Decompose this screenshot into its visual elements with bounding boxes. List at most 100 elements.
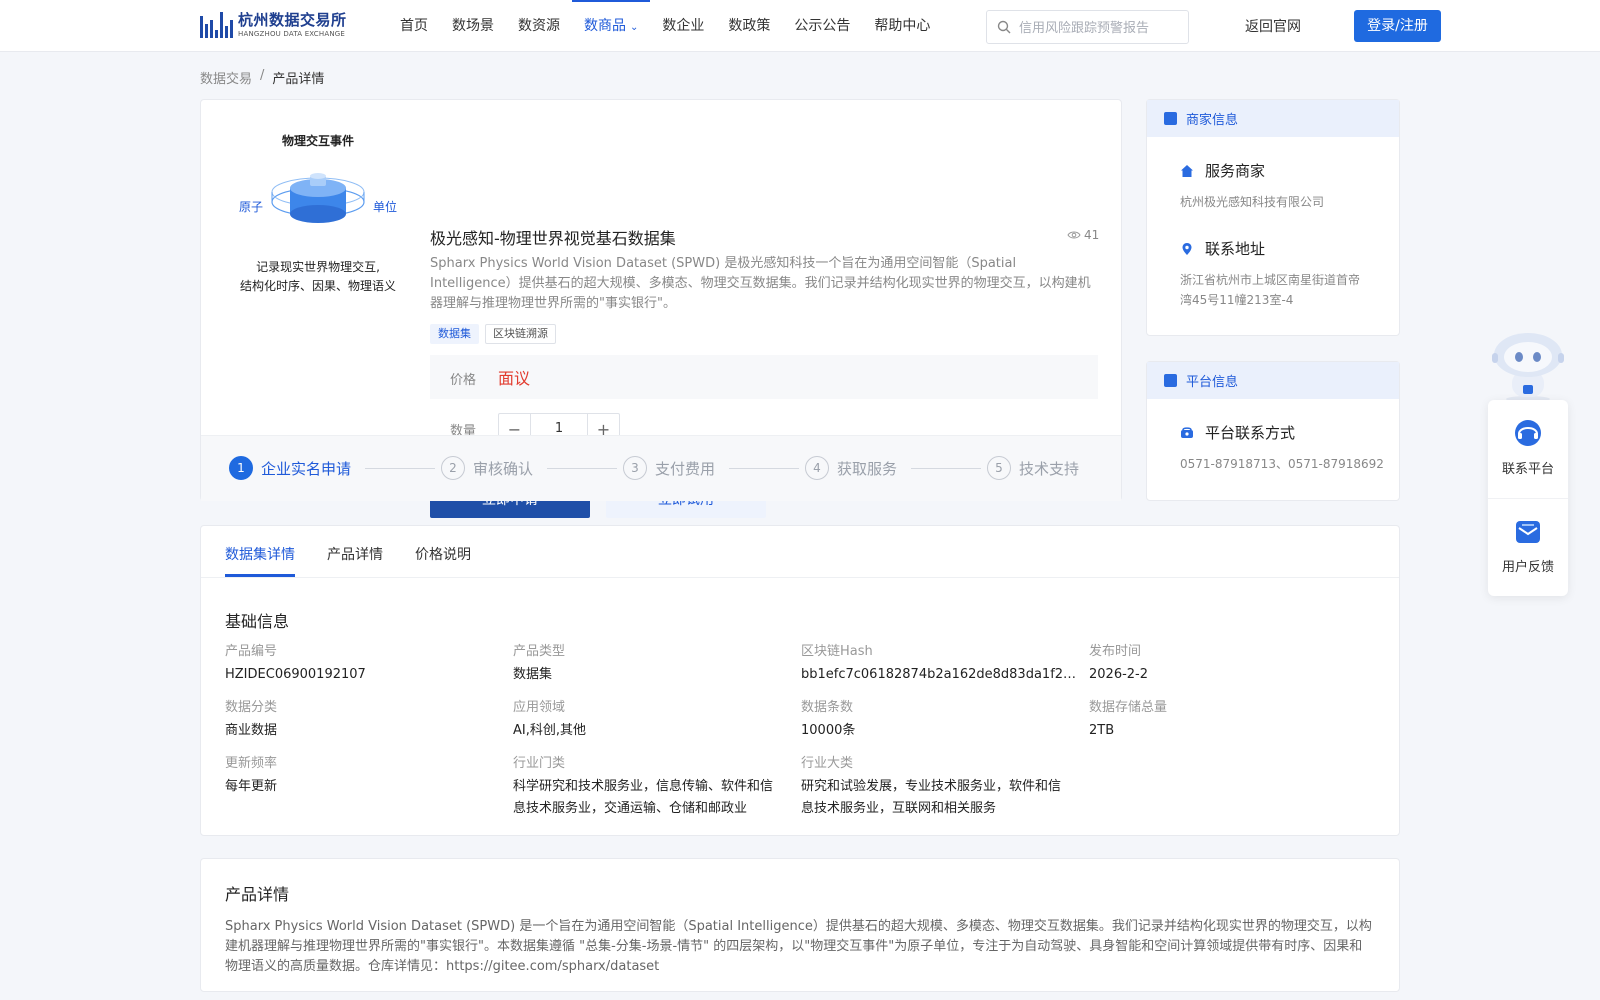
robot-assistant-icon[interactable] [1488, 325, 1568, 403]
step-1: 1 企业实名申请 [229, 456, 351, 480]
product-card: 物理交互事件 原子 单位 记录现实世界物理交互, 结构化时序、因果、物理语义 极… [200, 99, 1122, 518]
step-3-label: 支付费用 [655, 459, 716, 478]
top-header: 杭州数据交易所 HANGZHOU DATA EXCHANGE 首页 数场景 数资… [0, 0, 1600, 52]
merchant-name[interactable]: 杭州极光感知科技有限公司 [1180, 192, 1324, 212]
field-label: 行业门类 [513, 756, 566, 771]
field-value: 数据集 [513, 667, 553, 682]
chevron-down-icon: ⌄ [630, 22, 639, 33]
nav-home[interactable]: 首页 [388, 0, 440, 52]
eye-icon [1067, 231, 1081, 239]
step-5-label: 技术支持 [1019, 459, 1080, 478]
logo-subtitle: HANGZHOU DATA EXCHANGE [238, 29, 346, 38]
step-4-number: 4 [805, 456, 829, 480]
home-icon [1181, 164, 1193, 177]
merchant-address: 浙江省杭州市上城区南星街道首帝 湾45号11幢213室-4 [1180, 270, 1360, 310]
field-value: HZIDEC06900192107 [225, 667, 366, 682]
user-feedback-label: 用户反馈 [1501, 560, 1554, 575]
step-2-label: 审核确认 [473, 459, 534, 478]
step-5-number: 5 [987, 456, 1011, 480]
search-box[interactable] [986, 10, 1189, 44]
breadcrumb-root[interactable]: 数据交易 [200, 68, 252, 87]
field-industry-major: 行业大类 研究和试验发展，专业技术服务业，软件和信息技术服务业，互联网和相关服务 [801, 754, 1071, 820]
nav-announcements[interactable]: 公示公告 [782, 0, 862, 52]
view-count: 41 [1067, 228, 1099, 242]
nav-scenes[interactable]: 数场景 [440, 0, 506, 52]
tab-price-description[interactable]: 价格说明 [415, 544, 471, 564]
field-publish-date: 发布时间 2026-2-2 [1089, 642, 1369, 686]
product-detail-title: 产品详情 [225, 885, 290, 904]
main-nav: 首页 数场景 数资源 数商品 ⌄ 数企业 数政策 公示公告 帮助中心 [388, 0, 942, 52]
field-industry-category: 行业门类 科学研究和技术服务业，信息传输、软件和信息技术服务业，交通运输、仓储和… [513, 754, 783, 820]
platform-info-title: 平台信息 [1186, 375, 1239, 390]
cover-left-label: 原子 [239, 200, 264, 214]
login-register-button[interactable]: 登录/注册 [1354, 10, 1441, 42]
field-application-domain: 应用领域 AI,科创,其他 [513, 698, 793, 742]
platform-icon [1164, 374, 1177, 387]
logo-mark-icon [200, 12, 233, 38]
search-icon [997, 20, 1011, 34]
search-input[interactable] [1019, 19, 1169, 35]
contact-platform-button[interactable]: 联系平台 [1488, 418, 1568, 477]
site-logo[interactable]: 杭州数据交易所 HANGZHOU DATA EXCHANGE [200, 10, 364, 40]
contact-platform-label: 联系平台 [1501, 462, 1554, 477]
product-detail-text: Spharx Physics World Vision Dataset (SPW… [225, 919, 1372, 974]
step-5: 5 技术支持 [987, 456, 1079, 480]
nav-products[interactable]: 数商品 ⌄ [572, 0, 651, 52]
breadcrumb: 数据交易 / 产品详情 [200, 68, 324, 87]
cover-desc-line1: 记录现实世界物理交互, [256, 260, 380, 274]
cover-description: 记录现实世界物理交互, 结构化时序、因果、物理语义 [221, 258, 415, 296]
field-label: 行业大类 [801, 756, 854, 771]
nav-enterprises[interactable]: 数企业 [650, 0, 716, 52]
field-label: 产品编号 [225, 644, 278, 659]
price-row: 价格 面议 [430, 355, 1098, 399]
field-value: 每年更新 [225, 779, 278, 794]
step-1-label: 企业实名申请 [261, 459, 352, 478]
product-description: Spharx Physics World Vision Dataset (SPW… [430, 256, 1091, 311]
back-to-home-link[interactable]: 返回官网 [1245, 16, 1301, 36]
merchant-info-card: 商家信息 服务商家 杭州极光感知科技有限公司 联系地址 浙江省杭州市上城区南星街… [1146, 99, 1400, 336]
tab-dataset-details[interactable]: 数据集详情 [225, 544, 295, 564]
step-2-number: 2 [441, 456, 465, 480]
step-connector [547, 468, 617, 469]
phone-icon [1181, 426, 1193, 438]
cover-desc-line2: 结构化时序、因果、物理语义 [239, 279, 396, 293]
tag-dataset: 数据集 [430, 324, 479, 344]
active-tab-indicator [225, 574, 295, 577]
field-value: 研究和试验发展，专业技术服务业，软件和信息技术服务业，互联网和相关服务 [801, 779, 1062, 816]
field-value: 2026-2-2 [1089, 667, 1149, 682]
field-label: 数据存储总量 [1089, 700, 1168, 715]
step-2: 2 审核确认 [441, 456, 533, 480]
nav-help[interactable]: 帮助中心 [862, 0, 942, 52]
product-cover-image: 物理交互事件 原子 单位 记录现实世界物理交互, 结构化时序、因果、物理语义 [221, 122, 415, 302]
field-storage-size: 数据存储总量 2TB [1089, 698, 1369, 742]
user-feedback-button[interactable]: 用户反馈 [1488, 516, 1568, 575]
field-product-id: 产品编号 HZIDEC06900192107 [225, 642, 505, 686]
price-label: 价格 [450, 373, 477, 388]
field-value[interactable]: bb1efc7c06182874b2a162de8d83da1f21a… [801, 664, 1077, 686]
cover-right-label: 单位 [372, 200, 397, 214]
product-detail-card: 产品详情 Spharx Physics World Vision Dataset… [200, 858, 1400, 992]
cover-title: 物理交互事件 [281, 134, 354, 148]
step-4: 4 获取服务 [805, 456, 897, 480]
platform-contact-title: 平台联系方式 [1205, 424, 1296, 442]
breadcrumb-separator: / [260, 68, 265, 83]
divider [1488, 498, 1568, 499]
platform-contact-section: 平台联系方式 [1180, 422, 1295, 443]
nav-resources[interactable]: 数资源 [506, 0, 572, 52]
service-merchant-title: 服务商家 [1205, 162, 1266, 180]
address-section: 联系地址 [1180, 238, 1265, 259]
step-3-number: 3 [623, 456, 647, 480]
product-tags: 数据集 区块链溯源 [430, 324, 556, 344]
field-label: 数据分类 [225, 700, 278, 715]
merchant-icon [1164, 112, 1177, 125]
step-connector [365, 468, 435, 469]
nav-policies[interactable]: 数政策 [716, 0, 782, 52]
tab-product-details[interactable]: 产品详情 [327, 544, 383, 564]
platform-phones: 0571-87918713、0571-87918692 [1180, 457, 1384, 471]
field-value: 2TB [1089, 723, 1115, 738]
platform-info-card: 平台信息 平台联系方式 0571-87918713、0571-87918692 [1146, 361, 1400, 501]
nav-products-label: 数商品 [584, 18, 626, 34]
address-line1: 浙江省杭州市上城区南星街道首帝 [1180, 273, 1361, 287]
process-steps: 1 企业实名申请 2 审核确认 3 支付费用 4 获取服务 5 技术支持 [201, 435, 1121, 501]
field-label: 应用领域 [513, 700, 566, 715]
